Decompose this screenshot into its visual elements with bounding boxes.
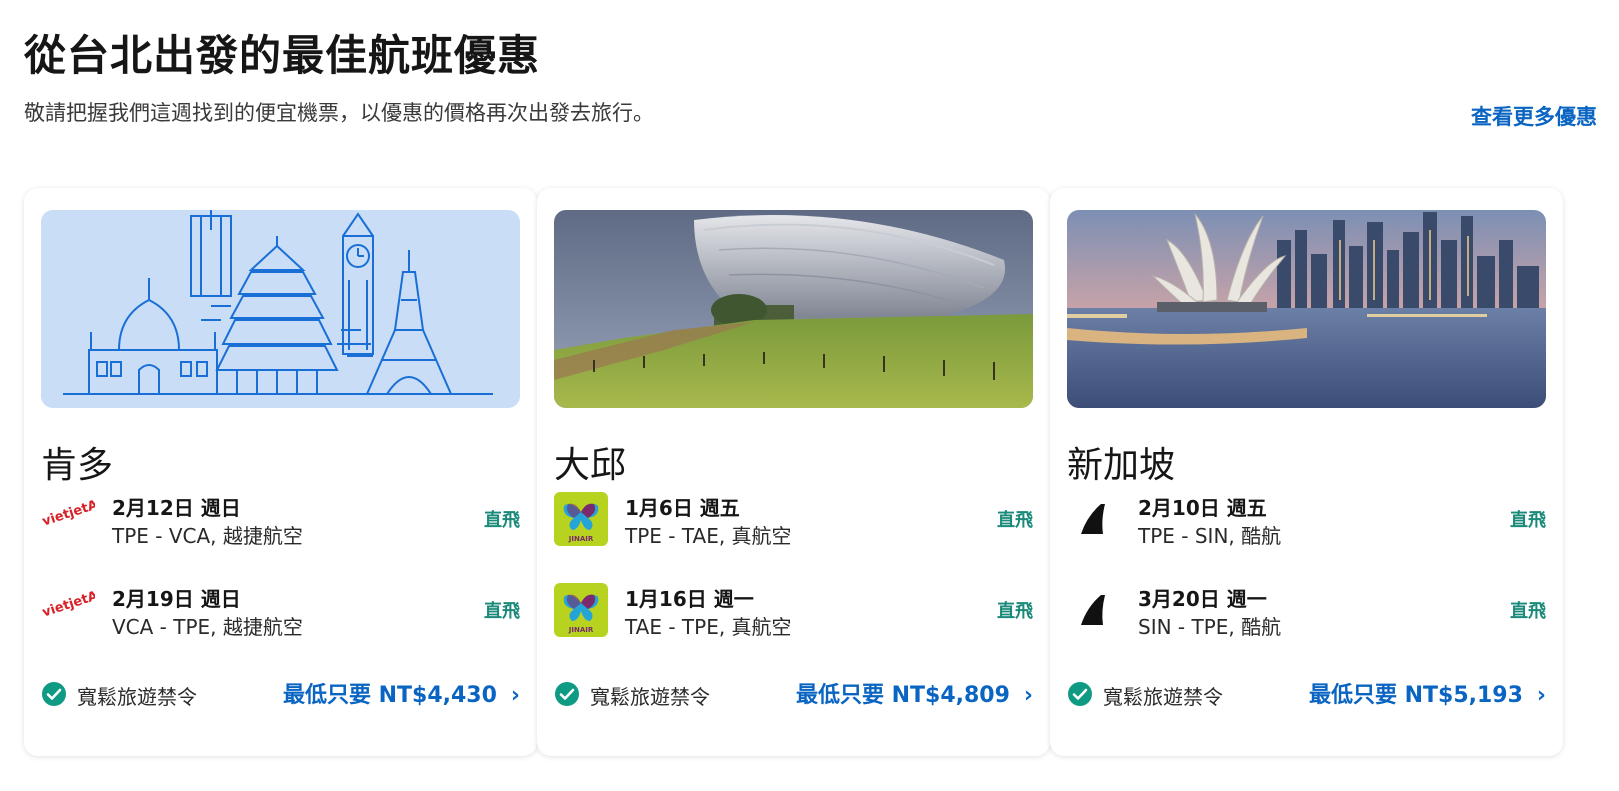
travel-policy-label: 寬鬆旅遊禁令	[590, 685, 710, 709]
deal-cards: 肯多 vietjetAir.com 2月12日 週日 TPE - VCA, 越捷…	[24, 188, 1598, 756]
vietjet-logo: vietjetAir.com	[41, 575, 142, 637]
destination-city: 新加坡	[1067, 445, 1176, 486]
direct-flight-label: 直飛	[997, 510, 1033, 531]
scoot-logo	[1067, 583, 1121, 637]
see-more-deals-link[interactable]: 查看更多優惠	[1471, 101, 1597, 131]
flight-date: 2月19日 週日	[112, 587, 241, 611]
travel-policy-label: 寬鬆旅遊禁令	[77, 685, 197, 709]
direct-flight-label: 直飛	[484, 601, 520, 622]
flight-date: 2月10日 週五	[1138, 496, 1267, 520]
lowest-price-link[interactable]: 最低只要 NT$5,193 ›	[1309, 677, 1546, 709]
singapore-skyline-photo	[1067, 210, 1546, 408]
deal-card-kendo[interactable]: 肯多 vietjetAir.com 2月12日 週日 TPE - VCA, 越捷…	[24, 188, 537, 756]
flight-route: TPE - VCA, 越捷航空	[112, 524, 303, 548]
flight-date: 3月20日 週一	[1138, 587, 1267, 611]
chevron-right-icon: ›	[510, 683, 520, 708]
flight-row[interactable]: vietjetAir.com 2月12日 週日 TPE - VCA, 越捷航空 …	[41, 484, 520, 548]
deal-card-daegu[interactable]: 大邱 JINAIR 1月6日 週五 TPE - TAE, 真航空 直飛 JINA…	[537, 188, 1050, 756]
direct-flight-label: 直飛	[997, 601, 1033, 622]
flight-row[interactable]: 3月20日 週一 SIN - TPE, 酷航 直飛	[1067, 581, 1546, 639]
page-title: 從台北出發的最佳航班優惠	[24, 31, 541, 80]
flight-row[interactable]: JINAIR 1月16日 週一 TAE - TPE, 真航空 直飛	[554, 581, 1033, 639]
price-text: 最低只要 NT$4,430	[282, 683, 497, 708]
vietjet-logo-text: vietjetAir.com	[41, 492, 95, 530]
jinair-logo-text: JINAIR	[568, 626, 594, 634]
flight-row[interactable]: JINAIR 1月6日 週五 TPE - TAE, 真航空 直飛	[554, 490, 1033, 548]
flight-date: 1月16日 週一	[625, 587, 754, 611]
price-text: 最低只要 NT$5,193	[1308, 683, 1523, 708]
daegu-stadium-photo	[554, 210, 1033, 408]
direct-flight-label: 直飛	[484, 510, 520, 531]
page-subtitle: 敬請把握我們這週找到的便宜機票，以優惠的價格再次出發去旅行。	[24, 101, 654, 125]
chevron-right-icon: ›	[1023, 683, 1033, 708]
flight-route: TAE - TPE, 真航空	[625, 615, 792, 639]
chevron-right-icon: ›	[1536, 683, 1546, 708]
scoot-logo	[1067, 492, 1121, 546]
flight-route: SIN - TPE, 酷航	[1138, 615, 1282, 639]
flight-row[interactable]: vietjetAir.com 2月19日 週日 VCA - TPE, 越捷航空 …	[41, 575, 520, 639]
lowest-price-link[interactable]: 最低只要 NT$4,809 ›	[796, 677, 1033, 709]
price-text: 最低只要 NT$4,809	[795, 683, 1010, 708]
deal-card-singapore[interactable]: 新加坡 2月10日 週五 TPE - SIN, 酷航 直飛 3月20日 週一 S…	[1050, 188, 1563, 756]
destination-city: 大邱	[554, 445, 627, 486]
jinair-logo: JINAIR	[554, 492, 608, 546]
check-circle-icon	[41, 681, 67, 707]
direct-flight-label: 直飛	[1510, 510, 1546, 531]
flight-row[interactable]: 2月10日 週五 TPE - SIN, 酷航 直飛	[1067, 490, 1546, 548]
card-footer: 寬鬆旅遊禁令 最低只要 NT$4,430 ›	[41, 675, 520, 713]
landmarks-illustration	[41, 210, 520, 408]
lowest-price-link[interactable]: 最低只要 NT$4,430 ›	[283, 677, 520, 709]
card-footer: 寬鬆旅遊禁令 最低只要 NT$5,193 ›	[1067, 675, 1546, 713]
jinair-logo: JINAIR	[554, 583, 608, 637]
flight-date: 1月6日 週五	[625, 496, 740, 520]
check-circle-icon	[1067, 681, 1093, 707]
flight-route: VCA - TPE, 越捷航空	[112, 615, 303, 639]
flight-route: TPE - SIN, 酷航	[1138, 524, 1282, 548]
direct-flight-label: 直飛	[1510, 601, 1546, 622]
vietjet-logo-text: vietjetAir.com	[41, 583, 95, 621]
flight-date: 2月12日 週日	[112, 496, 241, 520]
destination-city: 肯多	[41, 445, 114, 486]
check-circle-icon	[554, 681, 580, 707]
flight-route: TPE - TAE, 真航空	[625, 524, 792, 548]
vietjet-logo: vietjetAir.com	[41, 484, 142, 546]
jinair-logo-text: JINAIR	[568, 535, 594, 543]
travel-policy-label: 寬鬆旅遊禁令	[1103, 685, 1223, 709]
card-footer: 寬鬆旅遊禁令 最低只要 NT$4,809 ›	[554, 675, 1033, 713]
